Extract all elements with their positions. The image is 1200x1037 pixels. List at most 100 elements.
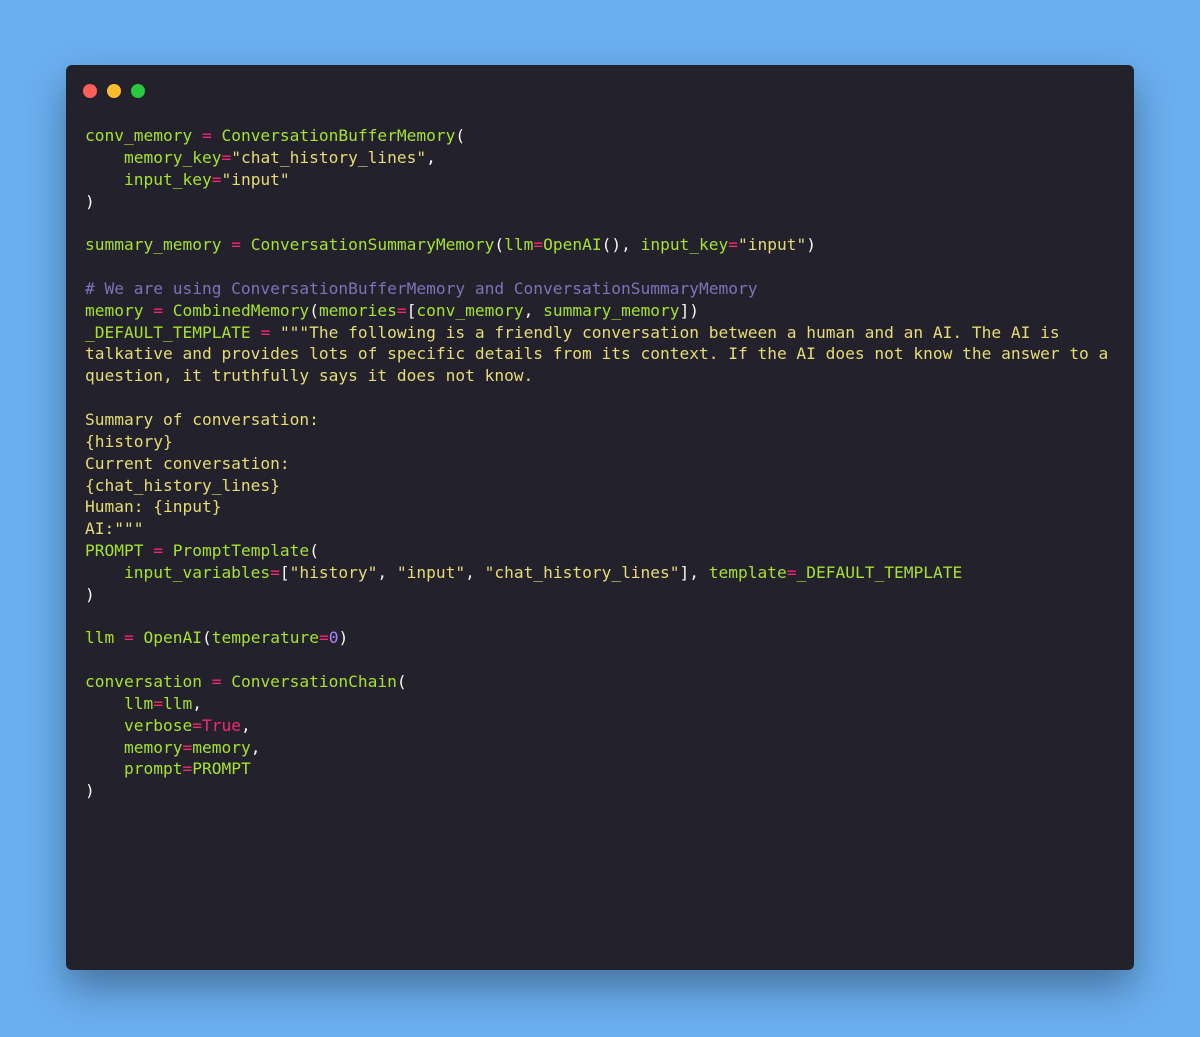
code-line: input_variables=["history", "input", "ch… — [85, 562, 1126, 584]
code-token: ( — [494, 235, 505, 255]
code-line: # We are using ConversationBufferMemory … — [85, 278, 1126, 300]
code-token: talkative and provides lots of specific … — [85, 344, 1109, 364]
code-token: , — [250, 737, 261, 757]
code-token: OpenAI — [543, 235, 602, 255]
code-token: input_variables — [123, 562, 271, 582]
code-token: ) — [85, 584, 95, 604]
code-token: = — [318, 628, 329, 648]
code-line: ) — [85, 780, 1126, 802]
code-token: ], — [679, 562, 709, 582]
code-token: llm — [85, 628, 115, 648]
code-token: verbose — [123, 715, 193, 735]
code-token: "input" — [396, 562, 466, 582]
code-token: = — [201, 126, 212, 145]
code-token: , — [192, 693, 202, 713]
code-token: True — [201, 715, 241, 735]
code-token: {history} — [85, 431, 173, 451]
code-token: conversation — [85, 672, 202, 692]
code-line: summary_memory = ConversationSummaryMemo… — [85, 234, 1126, 256]
code-token: memories — [318, 300, 397, 320]
maximize-dot[interactable] — [131, 84, 145, 98]
code-token: = — [153, 541, 163, 561]
code-line: conversation = ConversationChain( — [85, 671, 1126, 693]
code-line: memory=memory, — [85, 737, 1126, 759]
code-token: = — [192, 715, 202, 735]
code-token: memory — [85, 300, 144, 320]
code-token: , — [377, 562, 397, 582]
code-token: conv_memory — [85, 126, 193, 145]
code-token: = — [231, 235, 241, 255]
code-token: Summary of conversation: — [85, 409, 319, 429]
code-token: _DEFAULT_TEMPLATE — [85, 322, 251, 342]
code-token: memory_key — [123, 147, 222, 167]
code-token: ]) — [679, 300, 700, 320]
code-window: conv_memory = ConversationBufferMemory( … — [66, 65, 1134, 970]
code-token: {chat_history_lines} — [85, 475, 280, 495]
code-token: PROMPT — [85, 541, 144, 561]
code-line: {history} — [85, 431, 1126, 453]
code-token: input_key — [123, 169, 212, 189]
code-token: "chat_history_lines" — [231, 147, 427, 167]
code-token: = — [182, 759, 193, 779]
code-line: AI:""" — [85, 518, 1126, 540]
code-token: memory — [192, 737, 251, 757]
code-token: temperature — [211, 628, 319, 648]
code-token: ( — [455, 126, 466, 145]
code-token: , — [523, 300, 544, 320]
code-token: = — [728, 235, 739, 255]
code-token: ConversationChain — [231, 672, 397, 692]
code-line: input_key="input" — [85, 169, 1126, 191]
code-token: = — [153, 300, 163, 320]
code-line: llm = OpenAI(temperature=0) — [85, 627, 1126, 649]
code-token: = — [270, 562, 280, 582]
code-token: = — [182, 737, 193, 757]
code-token: = — [396, 300, 407, 320]
code-token: PROMPT — [192, 759, 251, 779]
code-token: ) — [85, 781, 95, 801]
code-token: "input" — [738, 235, 807, 255]
code-line: Current conversation: — [85, 453, 1126, 475]
code-line: {chat_history_lines} — [85, 475, 1126, 497]
code-token: llm — [504, 235, 534, 255]
code-line: conv_memory = ConversationBufferMemory( — [85, 125, 1126, 147]
code-token: Human: {input} — [85, 497, 222, 517]
code-line: PROMPT = PromptTemplate( — [85, 540, 1126, 562]
code-line: talkative and provides lots of specific … — [85, 343, 1126, 365]
code-token: PromptTemplate — [172, 541, 310, 561]
code-token: "history" — [289, 562, 378, 582]
minimize-dot[interactable] — [107, 84, 121, 98]
code-token: llm — [123, 693, 154, 713]
code-block: conv_memory = ConversationBufferMemory( … — [85, 125, 1126, 802]
window-controls — [83, 84, 145, 98]
code-token: = — [211, 672, 222, 692]
code-token: CombinedMemory — [172, 300, 310, 320]
code-line: prompt=PROMPT — [85, 758, 1126, 780]
code-token: OpenAI — [143, 628, 202, 648]
code-token: = — [260, 322, 271, 342]
close-dot[interactable] — [83, 84, 97, 98]
code-token: = — [124, 628, 134, 648]
code-token: [ — [406, 300, 417, 320]
code-token: memory — [123, 737, 183, 757]
code-token: ) — [806, 235, 817, 255]
code-line: Human: {input} — [85, 496, 1126, 518]
code-token: template — [708, 562, 787, 582]
code-token: """The following is a friendly conversat… — [279, 322, 1060, 342]
code-token: [ — [279, 562, 290, 582]
